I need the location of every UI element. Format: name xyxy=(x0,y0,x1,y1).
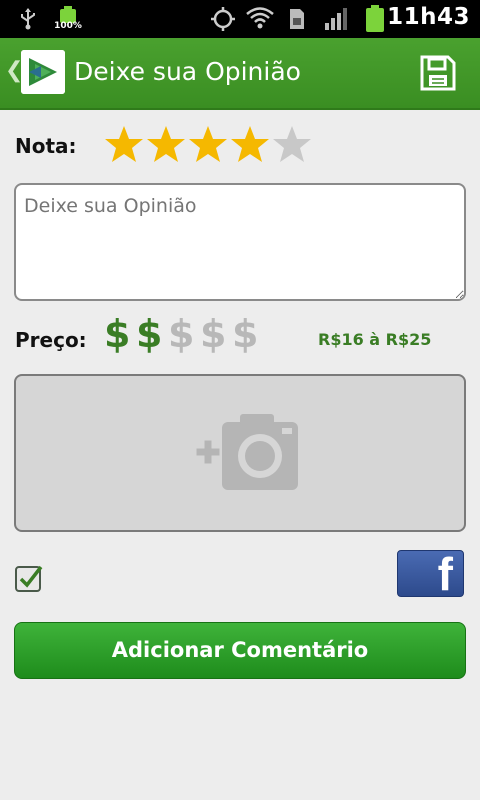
add-photo-camera-icon xyxy=(182,412,298,496)
usb-icon xyxy=(18,7,38,35)
signal-strength-icon xyxy=(324,7,350,35)
star-filled-icon[interactable] xyxy=(188,124,228,164)
price-rating[interactable]: $ $ $ $ $ xyxy=(104,312,258,356)
battery-percent: 100% xyxy=(54,21,82,31)
app-logo-icon[interactable] xyxy=(21,50,65,94)
battery-full-icon: 100% xyxy=(54,6,82,32)
price-sign-filled[interactable]: $ xyxy=(104,312,130,356)
price-sign-filled[interactable]: $ xyxy=(136,312,162,356)
star-filled-icon[interactable] xyxy=(146,124,186,164)
price-range-text: R$16 à R$25 xyxy=(318,330,432,349)
wifi-icon xyxy=(245,6,275,34)
add-comment-button[interactable]: Adicionar Comentário xyxy=(14,622,466,679)
price-sign-empty[interactable]: $ xyxy=(200,312,226,356)
share-checkbox[interactable] xyxy=(14,563,44,597)
facebook-button[interactable]: f xyxy=(397,550,464,597)
star-filled-icon[interactable] xyxy=(104,124,144,164)
rating-label: Nota: xyxy=(15,134,77,158)
price-sign-empty[interactable]: $ xyxy=(232,312,258,356)
star-empty-icon[interactable] xyxy=(272,124,312,164)
battery-icon xyxy=(364,5,386,37)
star-rating[interactable] xyxy=(104,124,312,164)
action-bar: ❮ Deixe sua Opinião xyxy=(0,38,480,110)
price-label: Preço: xyxy=(15,328,87,352)
price-sign-empty[interactable]: $ xyxy=(168,312,194,356)
add-photo-area[interactable] xyxy=(14,374,466,532)
clock: 11h43 xyxy=(387,4,470,30)
status-bar: 100% 11h43 xyxy=(0,0,480,38)
facebook-icon: f xyxy=(437,550,453,597)
save-icon[interactable] xyxy=(420,55,456,95)
star-filled-icon[interactable] xyxy=(230,124,270,164)
page-title: Deixe sua Opinião xyxy=(74,57,301,86)
sim-card-icon xyxy=(288,7,306,35)
comment-input[interactable] xyxy=(14,183,466,301)
gps-icon xyxy=(210,6,236,36)
